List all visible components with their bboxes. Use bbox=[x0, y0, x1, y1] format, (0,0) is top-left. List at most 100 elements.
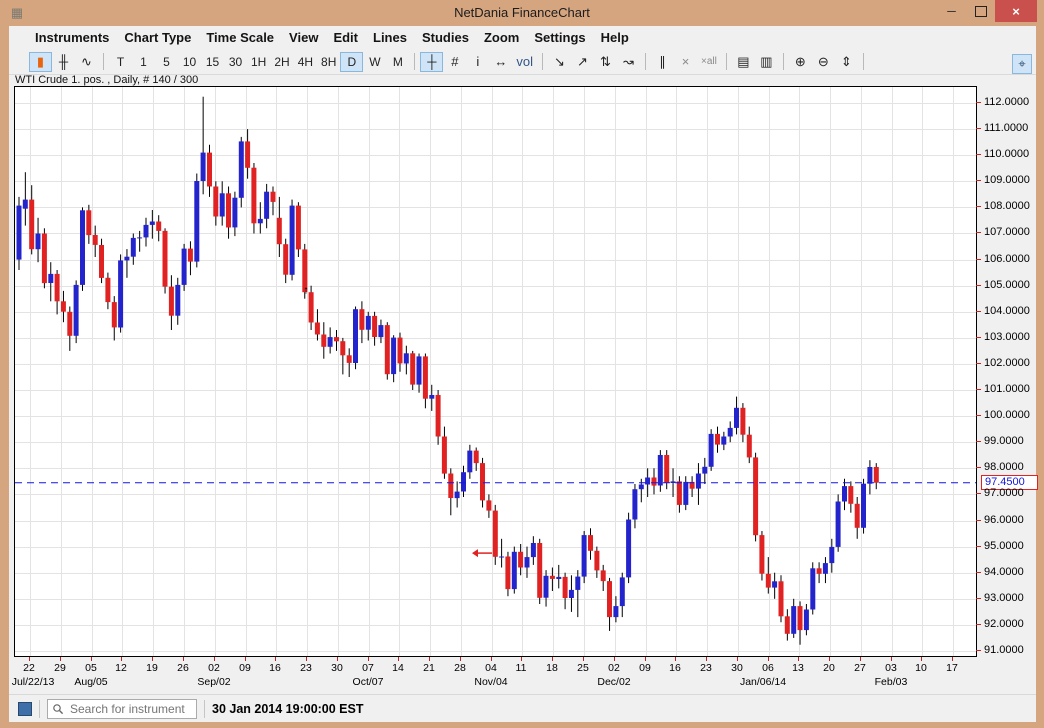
instrument-search-input[interactable] bbox=[68, 701, 192, 717]
price-axis-label: 91.0000 bbox=[984, 644, 1024, 656]
fit-vertical-icon[interactable]: ⇕ bbox=[835, 52, 858, 72]
time-axis-tick bbox=[552, 657, 553, 661]
status-bar: 30 Jan 2014 19:00:00 EST bbox=[9, 694, 1036, 722]
timescale-30min-button[interactable]: 30 bbox=[224, 52, 247, 72]
parallel-lines-icon[interactable]: ∥ bbox=[651, 52, 674, 72]
time-axis-day-label: 11 bbox=[509, 662, 533, 674]
time-axis-tick bbox=[91, 657, 92, 661]
menu-chart-type[interactable]: Chart Type bbox=[124, 30, 191, 45]
timescale-4h-button[interactable]: 4H bbox=[294, 52, 317, 72]
timescale-8h-button[interactable]: 8H bbox=[317, 52, 340, 72]
timescale-2h-button[interactable]: 2H bbox=[270, 52, 293, 72]
timescale-monthly-button[interactable]: M bbox=[386, 52, 409, 72]
time-axis-tick bbox=[460, 657, 461, 661]
time-axis-month-label: Dec/02 bbox=[579, 676, 649, 688]
timescale-1min-button[interactable]: 1 bbox=[132, 52, 155, 72]
time-axis-tick bbox=[398, 657, 399, 661]
zoom-in-icon[interactable]: ⊕ bbox=[789, 52, 812, 72]
price-axis-label: 101.0000 bbox=[984, 383, 1030, 395]
timescale-tick-button[interactable]: T bbox=[109, 52, 132, 72]
chart-instrument-label: WTI Crude 1. pos. , Daily, # 140 / 300 bbox=[15, 74, 198, 86]
toolbar-separator bbox=[645, 53, 646, 70]
price-axis-tick bbox=[976, 180, 981, 181]
pan-horizontal-icon[interactable]: ↔ bbox=[489, 52, 512, 72]
time-axis-day-label: 23 bbox=[294, 662, 318, 674]
instrument-search-box[interactable] bbox=[47, 699, 197, 719]
candlestick-chart-icon[interactable]: ▮ bbox=[29, 52, 52, 72]
line-chart-icon[interactable]: ∿ bbox=[75, 52, 98, 72]
channel-lines-icon[interactable]: ⇅ bbox=[594, 52, 617, 72]
price-axis-label: 106.0000 bbox=[984, 253, 1030, 265]
time-axis-day-label: 17 bbox=[940, 662, 964, 674]
menu-help[interactable]: Help bbox=[601, 30, 629, 45]
timescale-1h-button[interactable]: 1H bbox=[247, 52, 270, 72]
ray-line-icon[interactable]: ↝ bbox=[617, 52, 640, 72]
timescale-15min-button[interactable]: 15 bbox=[201, 52, 224, 72]
crosshair-icon[interactable]: ┼ bbox=[420, 52, 443, 72]
time-axis-day-label: 21 bbox=[417, 662, 441, 674]
price-axis-label: 103.0000 bbox=[984, 331, 1030, 343]
time-axis[interactable]: 2229051219260209162330071421280411182502… bbox=[14, 657, 975, 691]
ohlc-bar-chart-icon[interactable]: ╫ bbox=[52, 52, 75, 72]
time-axis-month-label: Aug/05 bbox=[56, 676, 126, 688]
time-axis-tick bbox=[798, 657, 799, 661]
menu-view[interactable]: View bbox=[289, 30, 318, 45]
pin-chart-icon[interactable]: ⌖ bbox=[1012, 54, 1032, 74]
status-separator bbox=[204, 700, 205, 718]
price-axis-label: 98.0000 bbox=[984, 461, 1024, 473]
toolbar-separator bbox=[542, 53, 543, 70]
price-axis-tick bbox=[976, 415, 981, 416]
price-axis-label: 105.0000 bbox=[984, 279, 1030, 291]
volume-icon[interactable]: vol bbox=[512, 52, 537, 72]
menu-studies[interactable]: Studies bbox=[422, 30, 469, 45]
trendline-up-icon[interactable]: ↗ bbox=[571, 52, 594, 72]
time-axis-tick bbox=[583, 657, 584, 661]
menu-time-scale[interactable]: Time Scale bbox=[206, 30, 274, 45]
time-axis-day-label: 20 bbox=[817, 662, 841, 674]
time-axis-tick bbox=[706, 657, 707, 661]
zoom-out-icon[interactable]: ⊖ bbox=[812, 52, 835, 72]
menu-lines[interactable]: Lines bbox=[373, 30, 407, 45]
price-axis-label: 111.0000 bbox=[984, 122, 1028, 134]
price-axis-label: 100.0000 bbox=[984, 409, 1030, 421]
time-axis-month-label: Nov/04 bbox=[456, 676, 526, 688]
timescale-daily-button[interactable]: D bbox=[340, 52, 363, 72]
timescale-5min-button[interactable]: 5 bbox=[155, 52, 178, 72]
menu-zoom[interactable]: Zoom bbox=[484, 30, 519, 45]
grid-icon[interactable]: # bbox=[443, 52, 466, 72]
print-icon[interactable]: ▤ bbox=[732, 52, 755, 72]
time-axis-day-label: 07 bbox=[356, 662, 380, 674]
info-icon[interactable]: i bbox=[466, 52, 489, 72]
price-axis-label: 112.0000 bbox=[984, 96, 1029, 108]
time-axis-day-label: 30 bbox=[725, 662, 749, 674]
timescale-10min-button[interactable]: 10 bbox=[178, 52, 201, 72]
price-axis-tick bbox=[976, 259, 981, 260]
print-preview-icon[interactable]: ▥ bbox=[755, 52, 778, 72]
price-axis-label: 97.0000 bbox=[984, 487, 1024, 499]
time-axis-day-label: 28 bbox=[448, 662, 472, 674]
time-axis-day-label: 16 bbox=[663, 662, 687, 674]
trendline-down-icon[interactable]: ↘ bbox=[548, 52, 571, 72]
time-axis-day-label: 26 bbox=[171, 662, 195, 674]
price-axis[interactable]: 97.4500 91.000092.000093.000094.000095.0… bbox=[976, 86, 1035, 657]
delete-line-icon[interactable]: × bbox=[674, 52, 697, 72]
toolbar-separator bbox=[414, 53, 415, 70]
menu-instruments[interactable]: Instruments bbox=[35, 30, 109, 45]
time-axis-tick bbox=[368, 657, 369, 661]
chart-plot[interactable]: ↑ bbox=[14, 86, 977, 657]
maximize-button[interactable] bbox=[966, 0, 995, 22]
timescale-weekly-button[interactable]: W bbox=[363, 52, 386, 72]
title-bar[interactable]: ▦ NetDania FinanceChart ─ × bbox=[0, 0, 1044, 26]
time-axis-tick bbox=[491, 657, 492, 661]
menu-settings[interactable]: Settings bbox=[534, 30, 585, 45]
time-axis-tick bbox=[152, 657, 153, 661]
menu-edit[interactable]: Edit bbox=[333, 30, 358, 45]
time-axis-day-label: 02 bbox=[602, 662, 626, 674]
minimize-button[interactable]: ─ bbox=[937, 0, 966, 22]
chart-plot-svg[interactable]: ↑ bbox=[15, 87, 976, 656]
delete-all-lines-icon[interactable]: ×all bbox=[697, 52, 721, 72]
price-axis-tick bbox=[976, 102, 981, 103]
connection-status-icon bbox=[18, 702, 32, 716]
close-button[interactable]: × bbox=[995, 0, 1037, 22]
time-axis-month-label: Oct/07 bbox=[333, 676, 403, 688]
